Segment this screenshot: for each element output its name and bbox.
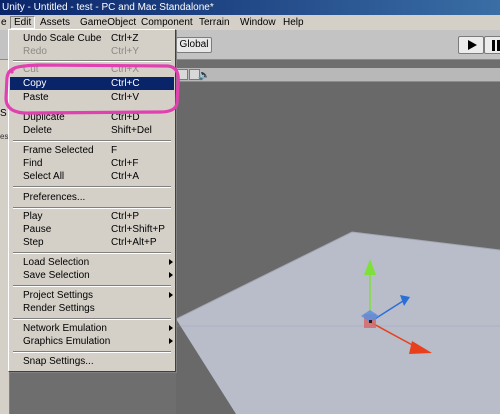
menu-item-find[interactable]: Find Ctrl+F [10, 157, 174, 170]
menu-item-snap-settings[interactable]: Snap Settings... [10, 355, 174, 368]
menu-item-frame-selected[interactable]: Frame Selected F [10, 144, 174, 157]
menu-help[interactable]: Help [280, 16, 307, 29]
submenu-arrow-icon [169, 272, 173, 278]
menu-item-pause[interactable]: Pause Ctrl+Shift+P [10, 223, 174, 236]
menu-item-step[interactable]: Step Ctrl+Alt+P [10, 236, 174, 249]
menu-item-save-selection[interactable]: Save Selection [10, 269, 174, 282]
menu-separator [13, 285, 171, 287]
menu-item-delete[interactable]: Delete Shift+Del [10, 124, 174, 137]
menu-item-project-settings[interactable]: Project Settings [10, 289, 174, 302]
submenu-arrow-icon [169, 259, 173, 265]
window-title: Unity - Untitled - test - PC and Mac Sta… [2, 2, 214, 13]
scene-canvas [176, 231, 500, 414]
menu-item-undo[interactable]: Undo Scale Cube Ctrl+Z [10, 32, 174, 45]
window-title-bar: Unity - Untitled - test - PC and Mac Sta… [0, 0, 500, 15]
submenu-arrow-icon [169, 338, 173, 344]
ground-plane [176, 232, 500, 414]
menu-item-graphics-emulation[interactable]: Graphics Emulation [10, 335, 174, 348]
menu-bar: e Edit Assets GameObject Component Terra… [0, 15, 500, 30]
highlight-annotation [4, 63, 180, 115]
menu-item-render-settings[interactable]: Render Settings [10, 302, 174, 315]
menu-component[interactable]: Component [138, 16, 196, 29]
menu-item-network-emulation[interactable]: Network Emulation [10, 322, 174, 335]
submenu-arrow-icon [169, 325, 173, 331]
menu-edit[interactable]: Edit [10, 16, 36, 29]
menu-file[interactable]: e [0, 16, 10, 29]
menu-item-select-all[interactable]: Select All Ctrl+A [10, 170, 174, 183]
submenu-arrow-icon [169, 292, 173, 298]
scene-viewport[interactable] [176, 82, 500, 414]
menu-separator [13, 140, 171, 142]
menu-item-preferences[interactable]: Preferences... [10, 191, 174, 204]
menu-separator [13, 318, 171, 320]
pivot-rotation-toggle[interactable]: Global [176, 37, 212, 53]
menu-separator [13, 207, 171, 209]
pause-button[interactable] [484, 36, 500, 54]
menu-item-load-selection[interactable]: Load Selection [10, 256, 174, 269]
menu-item-play[interactable]: Play Ctrl+P [10, 210, 174, 223]
menu-separator [13, 351, 171, 353]
scene-view-header [176, 68, 500, 82]
menu-separator [13, 186, 171, 188]
play-icon [468, 40, 477, 50]
play-button[interactable] [458, 36, 484, 54]
menu-assets[interactable]: Assets [37, 16, 73, 29]
speaker-icon[interactable]: 🔈 [198, 70, 210, 81]
menu-separator [13, 252, 171, 254]
menu-window[interactable]: Window [237, 16, 279, 29]
menu-item-redo[interactable]: Redo Ctrl+Y [10, 45, 174, 58]
menu-gameobject[interactable]: GameObject [77, 16, 139, 29]
menu-terrain[interactable]: Terrain [196, 16, 233, 29]
